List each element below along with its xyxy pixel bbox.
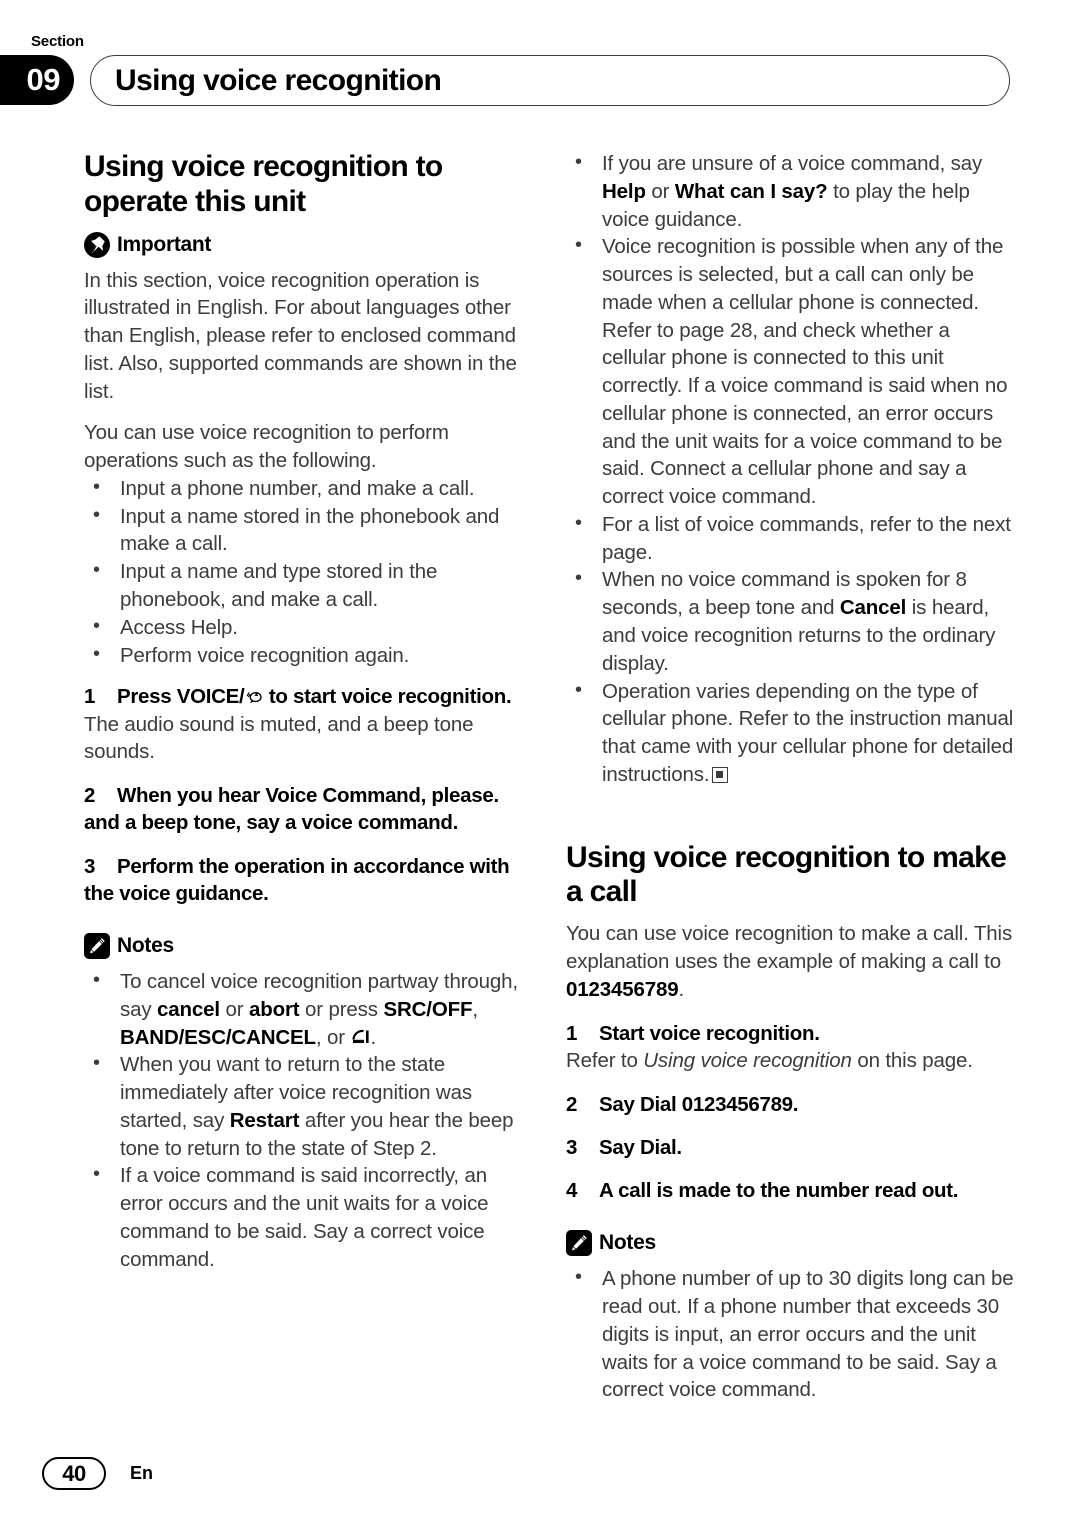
right-notes-list: A phone number of up to 30 digits long c…	[566, 1264, 1014, 1404]
important-label: Important	[117, 232, 212, 256]
end-of-section-marker	[712, 766, 729, 783]
notes-label: Notes	[117, 934, 174, 958]
step-text: Start voice recognition.	[599, 1021, 820, 1045]
list-item: When no voice command is spoken for 8 se…	[566, 565, 1014, 677]
right-column: If you are unsure of a voice command, sa…	[566, 149, 1014, 1416]
important-header: Important	[84, 231, 532, 258]
phone-hangup-icon	[351, 1029, 371, 1047]
step-number: 2	[84, 784, 96, 808]
emphasis: abort	[248, 997, 300, 1021]
step-text-after: to start voice recognition.	[263, 685, 512, 709]
emphasis: What can I say?	[674, 179, 828, 203]
call-step-4: 4 A call is made to the number read out.	[566, 1177, 1014, 1204]
step-text: A call is made to the number read out.	[599, 1179, 959, 1203]
call-step-1-sub: Refer to Using voice recognition on this…	[566, 1047, 1014, 1075]
emphasis: 0123456789	[566, 977, 679, 1001]
list-item: A phone number of up to 30 digits long c…	[566, 1264, 1014, 1404]
step-number: 2	[566, 1092, 578, 1116]
step-1-sub: The audio sound is muted, and a beep ton…	[84, 712, 474, 764]
emphasis: Help	[602, 179, 646, 203]
left-notes-list: To cancel voice recognition partway thro…	[84, 967, 532, 1273]
emphasis: BAND/ESC/CANCEL	[120, 1025, 316, 1049]
list-item: Input a phone number, and make a call.	[84, 474, 532, 503]
list-item: To cancel voice recognition partway thro…	[84, 967, 532, 1051]
left-heading: Using voice recognition to operate this …	[84, 150, 443, 218]
pencil-icon	[566, 1230, 592, 1257]
page-footer: 40 En	[42, 1457, 153, 1490]
step-number: 3	[566, 1135, 578, 1159]
pushpin-icon	[84, 231, 110, 258]
list-item: When you want to return to the state imm…	[84, 1050, 532, 1162]
list-item: Input a name stored in the phonebook and…	[84, 502, 532, 559]
step-text-before: Press VOICE/	[117, 685, 245, 709]
list-item: Perform voice recognition again.	[84, 641, 532, 670]
important-body: In this section, voice recognition opera…	[84, 268, 517, 403]
sub-prefix: Refer to	[566, 1048, 644, 1072]
section-title-pill: Using voice recognition	[90, 55, 1010, 106]
step-2: 2 When you hear Voice Command, please. an…	[84, 782, 532, 837]
sub-suffix: on this page.	[851, 1048, 973, 1072]
make-call-intro: You can use voice recognition to make a …	[566, 922, 1013, 1001]
step-text: When you hear Voice Command, please. and…	[84, 784, 499, 835]
page-title: Using voice recognition	[115, 63, 442, 97]
right-top-notes-list: If you are unsure of a voice command, sa…	[566, 149, 1014, 789]
page-number: 40	[42, 1457, 106, 1490]
step-number: 1	[566, 1021, 578, 1045]
emphasis: Cancel	[839, 596, 907, 620]
emphasis: SRC/OFF	[383, 997, 473, 1021]
list-item: Voice recognition is possible when any o…	[566, 232, 1014, 511]
page-header: Section 09 Using voice recognition	[0, 33, 1080, 123]
list-item: For a list of voice commands, refer to t…	[566, 510, 1014, 567]
right-heading: Using voice recognition to make a call	[566, 840, 1007, 909]
step-1: 1 Press VOICE/ to start voice recognition…	[84, 683, 532, 710]
language-code: En	[130, 1463, 154, 1483]
step-text: Perform the operation in accordance with…	[84, 854, 510, 905]
notes-label: Notes	[599, 1231, 656, 1255]
step-text: Say Dial.	[599, 1135, 682, 1159]
call-step-3: 3 Say Dial.	[566, 1134, 1014, 1161]
section-label: Section	[31, 33, 84, 50]
notes-header-right: Notes	[566, 1230, 1014, 1257]
pencil-icon	[84, 933, 110, 960]
emphasis: Restart	[229, 1108, 300, 1132]
step-number: 4	[566, 1179, 578, 1203]
emphasis: cancel	[157, 997, 220, 1021]
list-item: Operation varies depending on the type o…	[566, 677, 1014, 789]
sub-italic-ref: Using voice recognition	[643, 1048, 852, 1072]
voice-speech-icon	[244, 687, 263, 706]
call-step-2: 2 Say Dial 0123456789.	[566, 1091, 1014, 1118]
call-step-1: 1 Start voice recognition.	[566, 1020, 1014, 1047]
step-text: Say Dial 0123456789.	[599, 1092, 799, 1116]
notes-header-left: Notes	[84, 933, 532, 960]
list-item: If a voice command is said incorrectly, …	[84, 1161, 532, 1273]
list-item: If you are unsure of a voice command, sa…	[566, 149, 1014, 233]
step-3: 3 Perform the operation in accordance wit…	[84, 853, 532, 908]
list-item: Input a name and type stored in the phon…	[84, 557, 532, 614]
left-column: Using voice recognition to operate this …	[84, 150, 532, 1286]
list-item: Access Help.	[84, 613, 532, 642]
capabilities-intro: You can use voice recognition to perform…	[84, 421, 449, 473]
step-number: 1	[84, 685, 96, 709]
capabilities-list: Input a phone number, and make a call. I…	[84, 474, 532, 670]
section-number-badge: 09	[0, 55, 74, 105]
step-number: 3	[84, 854, 96, 878]
